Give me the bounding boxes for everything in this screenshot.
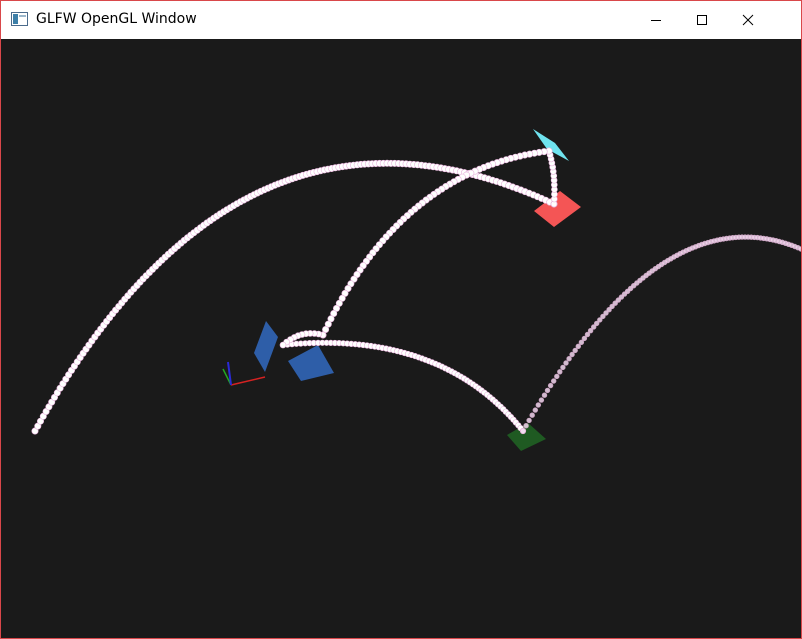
- trail-green-to-right: [520, 234, 801, 434]
- minimize-button[interactable]: [633, 1, 679, 39]
- app-icon: [11, 12, 28, 26]
- title-bar[interactable]: GLFW OpenGL Window: [1, 1, 801, 39]
- window-title: GLFW OpenGL Window: [36, 11, 197, 27]
- close-icon: [742, 14, 754, 26]
- scene-canvas: [31, 129, 801, 451]
- blue-plane: [288, 345, 334, 381]
- close-button[interactable]: [725, 1, 771, 39]
- glfw-window: GLFW OpenGL Window: [0, 0, 802, 639]
- minimize-icon: [651, 20, 661, 21]
- maximize-icon: [697, 15, 707, 25]
- axes-gizmo: [222, 361, 266, 386]
- opengl-viewport[interactable]: [1, 39, 801, 638]
- blue-plane-vertical: [254, 321, 278, 372]
- trail-long-arc: [31, 159, 558, 435]
- particle-trails: [31, 147, 801, 435]
- maximize-button[interactable]: [679, 1, 725, 39]
- trail-cyan-to-blue: [319, 147, 553, 339]
